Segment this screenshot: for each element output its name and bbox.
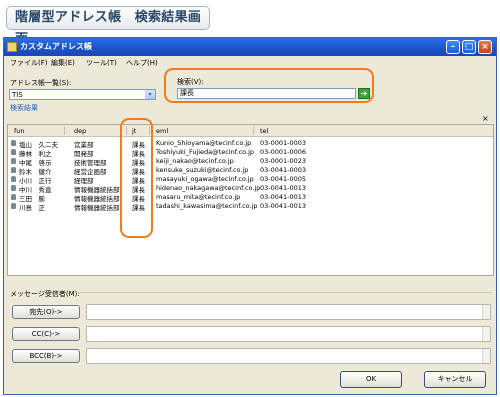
cancel-button[interactable]: キャンセル [424,371,486,388]
person-icon [11,140,16,146]
menu-edit[interactable]: 編集(E) [51,58,75,68]
cc-field[interactable] [86,326,491,342]
person-icon [11,176,16,182]
to-field-scrollbar[interactable] [482,305,490,319]
cell-tel: 03-0041-0013 [260,193,307,201]
cc-field-scrollbar[interactable] [482,327,490,341]
menu-help[interactable]: ヘルプ(H) [126,58,158,68]
results-header: fun dep jt eml tel [8,125,493,137]
table-row[interactable]: 中尾 啓示 技術管理部 課長 keiji_nakao@tecinf.co.jp … [8,157,493,167]
table-row[interactable]: 川島 正 情報機器統括部 課長 tadashi_kawasima@tecinf.… [8,202,493,212]
address-list-select[interactable]: TIS ▾ [9,89,156,100]
address-list-value: TIS [12,91,23,99]
table-row[interactable]: 鈴木 健介 経営企画部 課長 kensuke_suzuki@tecinf.co.… [8,166,493,176]
cell-tel: 03-0041-0013 [260,184,307,192]
person-icon [11,194,16,200]
table-row[interactable]: 小川 正行 経理部 課長 masayuki_ogawa@tecinf.co.jp… [8,175,493,185]
cell-eml: masayuki_ogawa@tecinf.co.jp [156,175,254,183]
table-row[interactable]: 塩山 久二夫 営業部 課長 Kunio_Shioyama@tecinf.co.j… [8,139,493,149]
maximize-button[interactable]: □ [462,40,476,54]
close-button[interactable]: × [478,40,492,54]
menu-tools[interactable]: ツール(T) [86,58,117,68]
table-row[interactable]: 中川 秀直 情報機器統括部 課長 hidenao_nakagawa@tecinf… [8,184,493,194]
bcc-button[interactable]: BCC(B)-> [12,349,80,363]
person-icon [11,167,16,173]
cc-button[interactable]: CC(C)-> [12,327,80,341]
table-row[interactable]: 三田 膨 情報機器統括部 課長 masaru_mita@tecinf.co.jp… [8,193,493,203]
cell-eml: kensuke_suzuki@tecinf.co.jp [156,166,249,174]
cell-dep: 情報機器統括部 [74,204,120,212]
cell-tel: 03-0001-0006 [260,148,307,156]
table-row[interactable]: 藤林 利之 開発部 課長 Toshiyuki_Fujieda@tecinf.co… [8,148,493,158]
column-header-fun[interactable]: fun [14,127,25,135]
jt-column-highlight-outline [120,118,153,238]
search-highlight-outline [164,68,374,103]
person-icon [11,158,16,164]
cell-tel: 03-0041-0005 [260,175,307,183]
ok-button[interactable]: OK [340,371,402,388]
menu-file[interactable]: ファイル(F) [10,58,48,68]
cell-eml: Kunio_Shioyama@tecinf.co.jp [156,139,252,147]
menu-bar: ファイル(F) 編集(E) ツール(T) ヘルプ(H) [4,56,496,68]
column-header-tel[interactable]: tel [260,127,268,135]
cell-eml: Toshiyuki_Fujieda@tecinf.co.jp [156,148,255,156]
address-book-app-icon [7,42,17,52]
column-header-dep[interactable]: dep [74,127,86,135]
recipients-label: メッセージ受信者(M): [10,290,80,298]
chevron-down-icon[interactable]: ▾ [145,90,155,99]
bcc-field-scrollbar[interactable] [482,349,490,363]
title-bar: カスタムアドレス帳 – □ × [4,38,496,56]
cell-tel: 03-0001-0003 [260,139,307,147]
to-field[interactable] [86,304,491,320]
person-icon [11,185,16,191]
to-button[interactable]: 宛先(O)-> [12,305,80,319]
cell-eml: hidenao_nakagawa@tecinf.co.jp [156,184,261,192]
results-label: 検索結果 [10,104,38,112]
column-header-eml[interactable]: eml [156,127,168,135]
cell-eml: keiji_nakao@tecinf.co.jp [156,157,234,165]
cell-fun: 川島 正 [19,204,45,212]
cell-tel: 03-0001-0023 [260,157,307,165]
recipients-divider [74,292,492,293]
window-title: カスタムアドレス帳 [20,42,92,51]
results-close-icon[interactable]: × [482,114,489,123]
person-icon [11,203,16,209]
results-list[interactable]: fun dep jt eml tel 塩山 久二夫 営業部 課長 Kunio_S… [7,124,494,276]
minimize-button[interactable]: – [446,40,460,54]
cell-eml: tadashi_kawasima@tecinf.co.jp [156,202,258,210]
bcc-field[interactable] [86,348,491,364]
cell-tel: 03-0041-0013 [260,202,307,210]
page-caption: 階層型アドレス帳 検索結果画面 [6,6,210,47]
person-icon [11,149,16,155]
cell-tel: 03-0041-0003 [260,166,307,174]
address-list-label: アドレス帳一覧(S): [10,79,72,87]
cell-eml: masaru_mita@tecinf.co.jp [156,193,241,201]
